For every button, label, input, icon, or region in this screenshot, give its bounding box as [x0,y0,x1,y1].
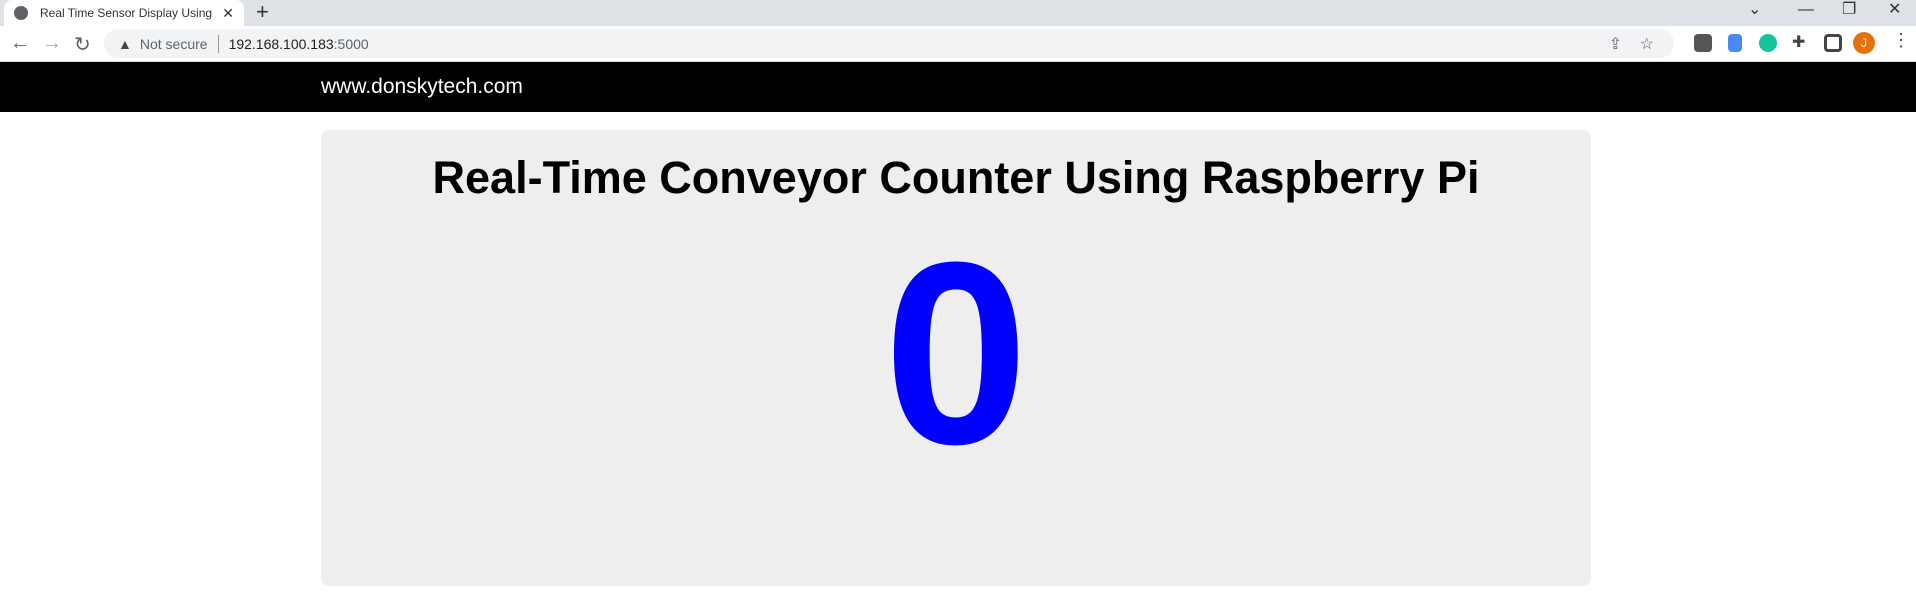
minimize-button[interactable]: — [1798,0,1814,20]
bookmark-star-icon[interactable]: ☆ [1640,34,1654,54]
side-panel-icon[interactable] [1824,34,1842,52]
extension-icon[interactable] [1694,34,1712,52]
puzzle-extensions-icon[interactable]: ✚ [1792,32,1810,51]
brand-link[interactable]: www.donskytech.com [321,75,523,99]
phone-extension-icon[interactable] [1728,34,1742,52]
tab-search-icon[interactable]: ⌄ [1748,0,1761,20]
close-window-button[interactable]: ✕ [1888,0,1901,20]
page-title: Real-Time Conveyor Counter Using Raspber… [432,152,1480,203]
close-tab-icon[interactable]: ✕ [222,5,234,22]
divider [217,34,219,53]
share-icon[interactable]: ⇪ [1609,34,1622,54]
url-port: :5000 [333,35,369,52]
globe-icon [14,6,28,20]
back-icon[interactable]: ← [10,32,30,55]
profile-avatar[interactable]: J [1853,32,1875,54]
new-tab-button[interactable]: + [256,0,269,24]
tab-title: Real Time Sensor Display Using Raspberry… [40,6,216,20]
forward-icon[interactable]: → [42,32,62,55]
browser-toolbar: ← → ↻ ▲ Not secure 192.168.100.183 :5000… [0,26,1916,62]
grammarly-icon[interactable] [1759,34,1777,52]
restore-button[interactable]: ❐ [1842,0,1856,20]
counter-value: 0 [883,209,1029,499]
warning-icon[interactable]: ▲ [118,36,132,52]
reload-icon[interactable]: ↻ [74,32,91,57]
menu-icon[interactable]: ⋮ [1892,30,1910,50]
address-bar[interactable]: ▲ Not secure 192.168.100.183 :5000 ⇪ ☆ [104,29,1674,58]
site-header: www.donskytech.com [0,62,1916,112]
security-label[interactable]: Not secure [140,36,208,52]
tab-strip: Real Time Sensor Display Using Raspberry… [0,0,1916,26]
counter-card: Real-Time Conveyor Counter Using Raspber… [321,130,1591,586]
browser-tab[interactable]: Real Time Sensor Display Using Raspberry… [4,0,244,26]
url-host: 192.168.100.183 [228,35,334,52]
